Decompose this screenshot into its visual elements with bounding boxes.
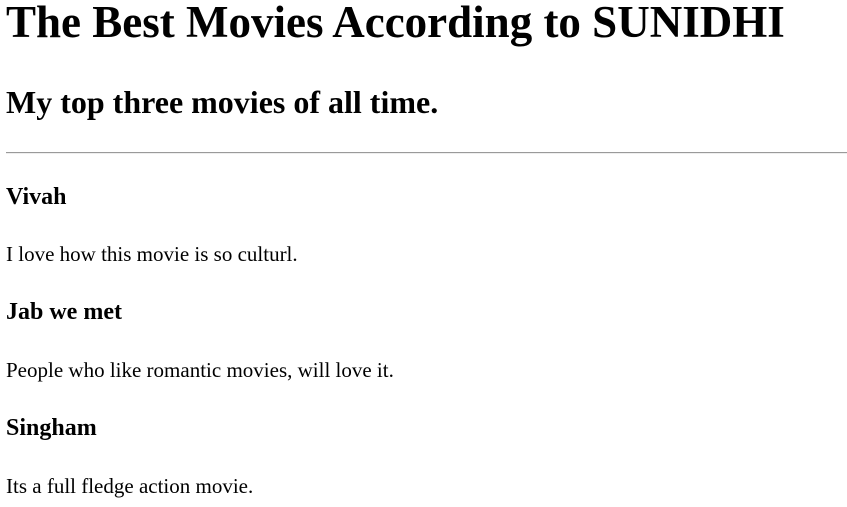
movie-title-1: Vivah: [6, 184, 67, 210]
page: The Best Movies According to SUNIDHI My …: [0, 0, 847, 507]
divider: [6, 152, 847, 154]
movie-description-1: I love how this movie is so culturl.: [6, 242, 298, 266]
movie-title-3: Singham: [6, 415, 97, 441]
movie-title-2: Jab we met: [6, 299, 122, 325]
page-title: The Best Movies According to SUNIDHI: [6, 0, 785, 47]
movie-description-2: People who like romantic movies, will lo…: [6, 358, 394, 382]
page-subtitle: My top three movies of all time.: [6, 84, 439, 120]
movie-description-3: Its a full fledge action movie.: [6, 474, 254, 498]
